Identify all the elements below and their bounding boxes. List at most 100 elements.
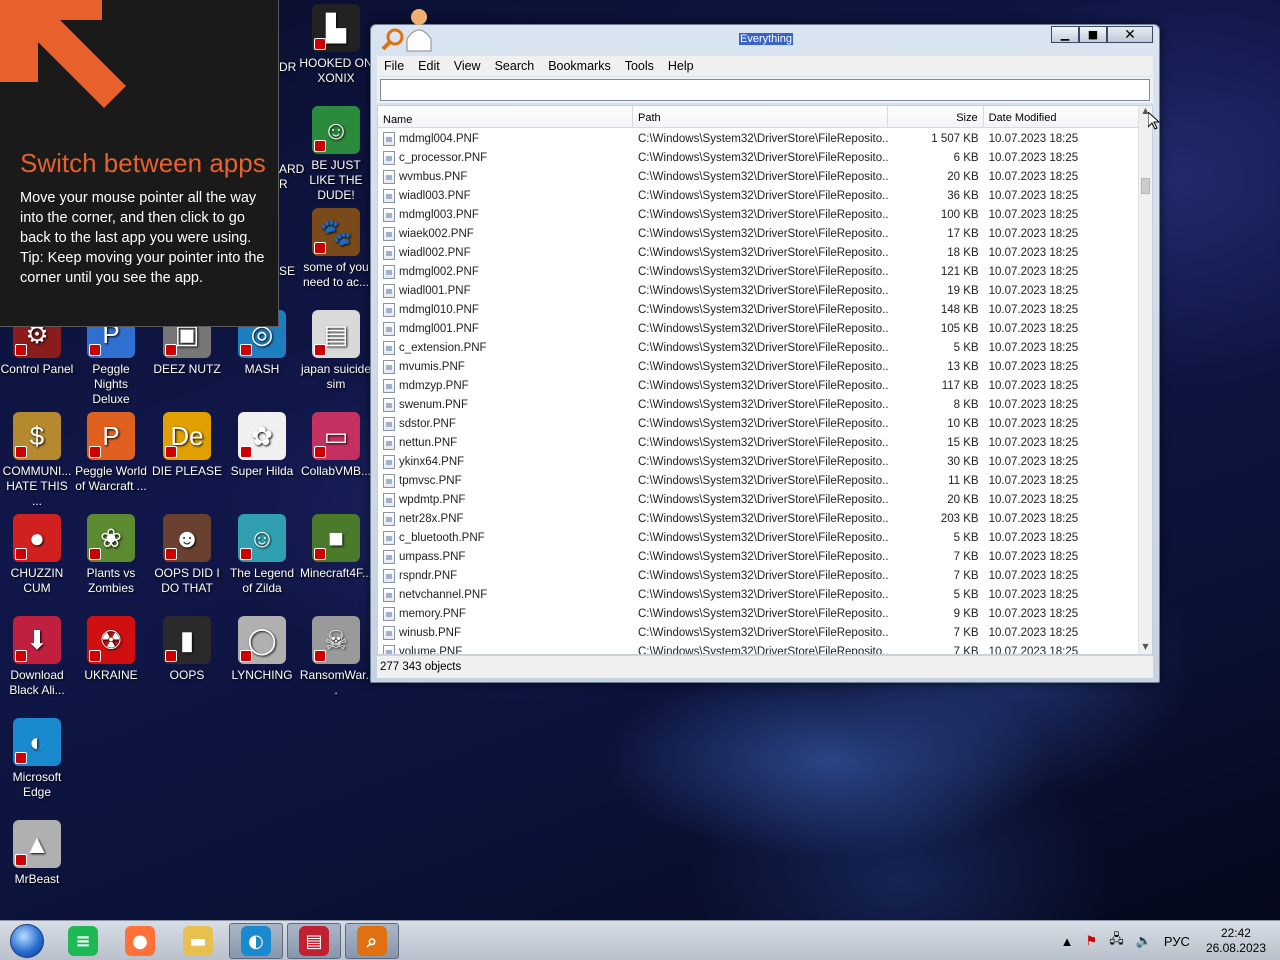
scroll-down-icon[interactable]: ▼ (1139, 642, 1152, 654)
taskbar-spotify[interactable]: ≡ (56, 923, 110, 959)
close-button[interactable]: ✕ (1107, 26, 1153, 43)
desktop-icon[interactable]: De DIE PLEASE (150, 412, 224, 479)
zilda-icon: ☺ (238, 514, 286, 562)
desktop-icon[interactable]: ▤ japan suicide sim (299, 310, 373, 392)
table-row[interactable]: sdstor.PNF C:\Windows\System32\DriverStor… (378, 414, 1138, 433)
desktop-icon[interactable]: ▮ OOPS (150, 616, 224, 683)
column-path[interactable]: Path (633, 106, 888, 127)
table-row[interactable]: mdmgl002.PNF C:\Windows\System32\DriverSt… (378, 262, 1138, 281)
table-row[interactable]: mdmgl003.PNF C:\Windows\System32\DriverSt… (378, 205, 1138, 224)
table-row[interactable]: c_bluetooth.PNF C:\Windows\System32\Drive… (378, 528, 1138, 547)
taskbar-firefox[interactable]: ● (113, 923, 167, 959)
results-list[interactable]: Name Path Size Date Modified mdmgl004.PN… (377, 105, 1153, 655)
table-row[interactable]: rspndr.PNF C:\Windows\System32\DriverStor… (378, 566, 1138, 585)
desktop-icon[interactable]: ⬇ Download Black Ali... (0, 616, 74, 698)
taskbar-news[interactable]: ▤ (287, 923, 341, 959)
desktop-icon[interactable]: ☠ RansomWar... (299, 616, 373, 698)
desktop-icon-label: OOPS DID I DO THAT (154, 566, 220, 595)
shortcut-arrow-icon (89, 446, 101, 458)
desktop-icon-label-partial[interactable]: SE (279, 264, 299, 279)
vertical-scrollbar[interactable]: ▲ ▼ (1138, 106, 1152, 654)
desktop-icon[interactable]: ☺ The Legend of Zilda (225, 514, 299, 596)
desktop-icon[interactable]: ◐ Microsoft Edge (0, 718, 74, 800)
table-row[interactable]: wpdmtp.PNF C:\Windows\System32\DriverStor… (378, 490, 1138, 509)
taskbar-file-explorer[interactable]: ▬ (171, 923, 225, 959)
taskbar-everything[interactable]: ⌕ (345, 923, 399, 959)
table-row[interactable]: mvumis.PNF C:\Windows\System32\DriverStor… (378, 357, 1138, 376)
cell-path: C:\Windows\System32\DriverStore\FileRepo… (637, 360, 888, 373)
volume-icon[interactable]: 🔈 (1136, 933, 1152, 949)
everything-window[interactable]: Everything ▁ ■ ✕ File Edit View Search Bookm… (370, 9, 1160, 683)
desktop-icon[interactable]: ▲ MrBeast (0, 820, 74, 887)
menu-search[interactable]: Search (488, 59, 542, 73)
column-name[interactable]: Name (378, 106, 633, 127)
table-row[interactable]: c_processor.PNF C:\Windows\System32\Drive… (378, 148, 1138, 167)
table-row[interactable]: wiaek002.PNF C:\Windows\System32\DriverSt… (378, 224, 1138, 243)
menu-tools[interactable]: Tools (618, 59, 661, 73)
table-row[interactable]: ykinx64.PNF C:\Windows\System32\DriverSto… (378, 452, 1138, 471)
minimize-button[interactable]: ▁ (1051, 26, 1079, 43)
table-row[interactable]: memory.PNF C:\Windows\System32\DriverStor… (378, 604, 1138, 623)
table-row[interactable]: netr28x.PNF C:\Windows\System32\DriverSto… (378, 509, 1138, 528)
desktop-icon-label-partial[interactable]: ARD R (279, 162, 304, 192)
desktop-icon[interactable]: $ COMMUNI... HATE THIS ... (0, 412, 74, 509)
cell-name: mdmgl003.PNF (378, 207, 633, 222)
taskbar-edge[interactable]: ◐ (229, 923, 283, 959)
clock[interactable]: 22:42 26.08.2023 (1206, 926, 1266, 956)
table-row[interactable]: mdmgl001.PNF C:\Windows\System32\DriverSt… (378, 319, 1138, 338)
table-row[interactable]: netvchannel.PNF C:\Windows\System32\Drive… (378, 585, 1138, 604)
desktop-icon[interactable]: ☢ UKRAINE (74, 616, 148, 683)
table-row[interactable]: winusb.PNF C:\Windows\System32\DriverStor… (378, 623, 1138, 642)
desktop-icon[interactable]: ☺ BE JUST LIKE THE DUDE! (299, 106, 373, 203)
maze-icon: ▙ (312, 4, 360, 52)
network-icon[interactable]: 🖧 (1109, 930, 1124, 952)
language-indicator[interactable]: РУС (1164, 934, 1190, 949)
search-input[interactable] (380, 79, 1150, 101)
desktop-icon[interactable]: 🐾 some of you need to ac... (299, 208, 373, 290)
desktop-icon[interactable]: ❀ Plants vs Zombies (74, 514, 148, 596)
desktop-icon-label-partial[interactable]: DR (279, 60, 299, 75)
table-row[interactable]: swenum.PNF C:\Windows\System32\DriverStor… (378, 395, 1138, 414)
menu-file[interactable]: File (377, 59, 411, 73)
desktop-icon[interactable]: ✿ Super Hilda (225, 412, 299, 479)
cell-path: C:\Windows\System32\DriverStore\FileRepo… (637, 246, 888, 259)
file-icon (383, 568, 395, 583)
table-row[interactable]: wiadl003.PNF C:\Windows\System32\DriverSt… (378, 186, 1138, 205)
desktop-icon[interactable]: ☻ OOPS DID I DO THAT (150, 514, 224, 596)
desktop-icon-label: UKRAINE (84, 668, 138, 682)
menu-edit[interactable]: Edit (411, 59, 447, 73)
shortcut-arrow-icon (240, 344, 252, 356)
desktop-icon[interactable]: ▙ HOOKED ON XONIX (299, 4, 373, 86)
column-size[interactable]: Size (888, 106, 984, 127)
action-center-flag-icon[interactable]: ⚑ (1086, 933, 1098, 949)
table-row[interactable]: wiadl002.PNF C:\Windows\System32\DriverSt… (378, 243, 1138, 262)
cell-path: C:\Windows\System32\DriverStore\FileRepo… (637, 455, 888, 468)
title-bar[interactable]: Everything ▁ ■ ✕ (371, 9, 1159, 55)
table-row[interactable]: umpass.PNF C:\Windows\System32\DriverStor… (378, 547, 1138, 566)
table-row[interactable]: mdmzyp.PNF C:\Windows\System32\DriverStor… (378, 376, 1138, 395)
desktop-icon[interactable]: P Peggle World of Warcraft ... (74, 412, 148, 494)
menu-help[interactable]: Help (661, 59, 701, 73)
table-row[interactable]: tpmvsc.PNF C:\Windows\System32\DriverStor… (378, 471, 1138, 490)
table-row[interactable]: volume.PNF C:\Windows\System32\DriverStor… (378, 642, 1138, 654)
table-row[interactable]: nettun.PNF C:\Windows\System32\DriverStor… (378, 433, 1138, 452)
cell-path: C:\Windows\System32\DriverStore\FileRepo… (637, 512, 888, 525)
maximize-button[interactable]: ■ (1079, 26, 1107, 43)
menu-view[interactable]: View (447, 59, 488, 73)
desktop-icon[interactable]: ■ Minecraft4F... (299, 514, 373, 581)
table-row[interactable]: mdmgl010.PNF C:\Windows\System32\DriverSt… (378, 300, 1138, 319)
desktop-icon[interactable]: ● CHUZZIN CUM (0, 514, 74, 596)
scroll-thumb[interactable] (1141, 178, 1150, 194)
table-row[interactable]: mdmgl004.PNF C:\Windows\System32\DriverSt… (378, 129, 1138, 148)
table-row[interactable]: wiadl001.PNF C:\Windows\System32\DriverSt… (378, 281, 1138, 300)
table-row[interactable]: wvmbus.PNF C:\Windows\System32\DriverStor… (378, 167, 1138, 186)
table-row[interactable]: c_extension.PNF C:\Windows\System32\Drive… (378, 338, 1138, 357)
menu-bookmarks[interactable]: Bookmarks (541, 59, 618, 73)
desktop-icon[interactable]: ▭ CollabVMB... (299, 412, 373, 479)
show-hidden-icons-icon[interactable]: ▲ (1061, 934, 1074, 949)
desktop-icon[interactable]: ◯ LYNCHING (225, 616, 299, 683)
menu-bar: File Edit View Search Bookmarks Tools Help (377, 56, 1153, 76)
column-date-modified[interactable]: Date Modified (984, 106, 1138, 127)
taskbar-start-orb[interactable] (0, 923, 54, 959)
desktop-icon-label: The Legend of Zilda (229, 566, 295, 595)
